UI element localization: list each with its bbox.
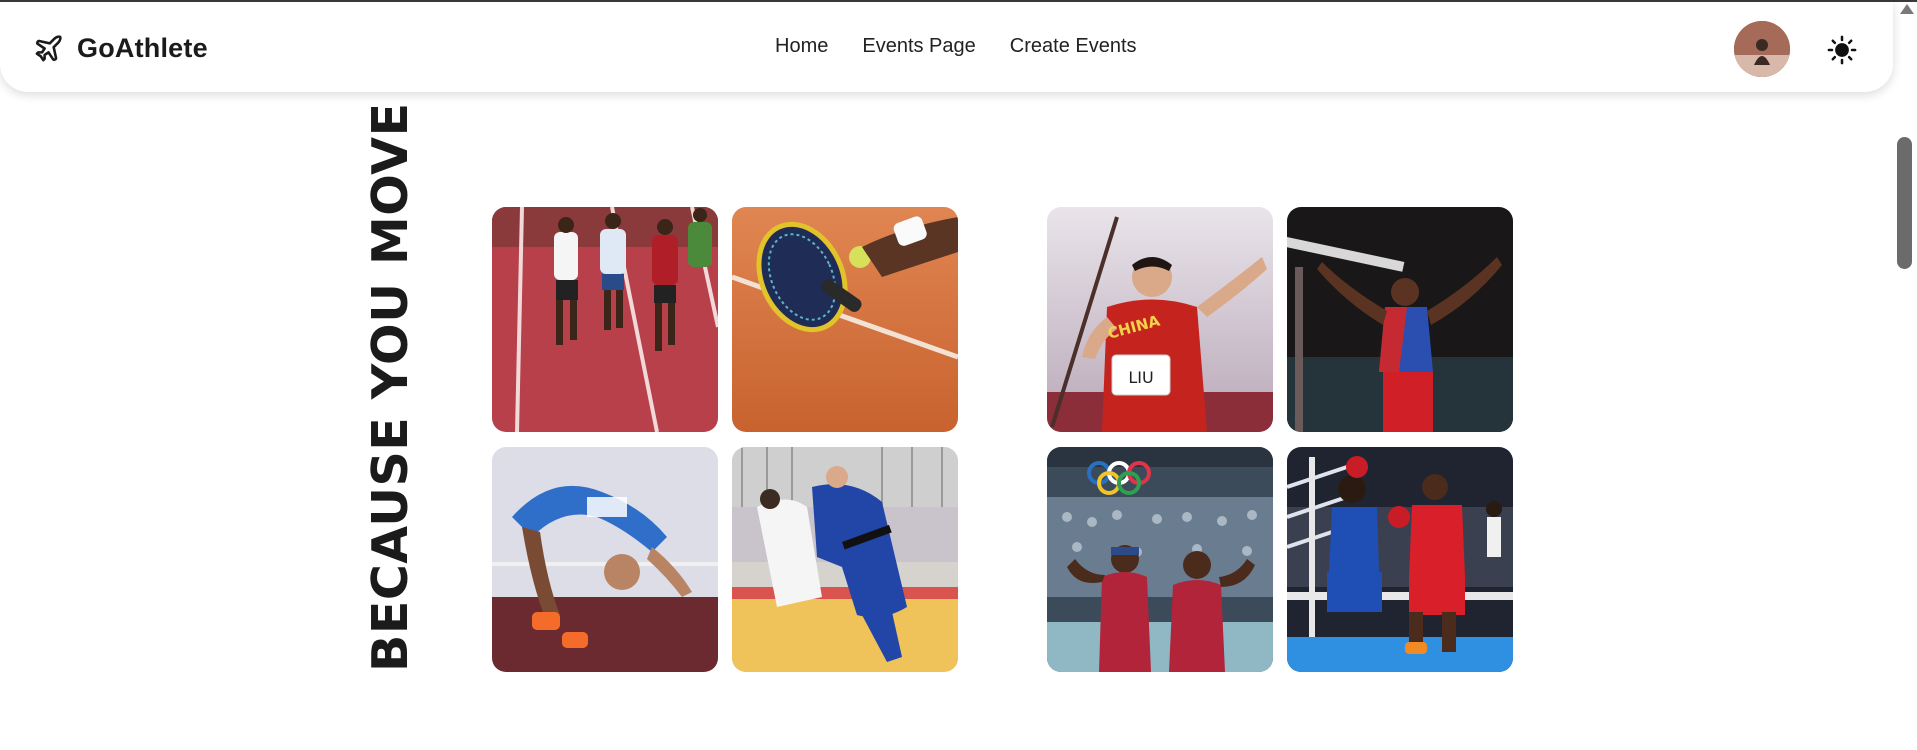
photo-javelin-thrower: LIU CHINA [1047,207,1273,432]
photo-beach-volleyball-players [1047,447,1273,672]
photo-high-jumper [492,447,718,672]
hero-tagline: BECAUSE YOU MOVE [362,102,419,672]
photo-track-runners [492,207,718,432]
scrollbar-thumb[interactable] [1897,137,1912,269]
airplane-icon [35,35,62,62]
photo-judo [732,447,958,672]
brand-logo[interactable]: GoAthlete [33,33,208,64]
nav-events-page-link[interactable]: Events Page [862,35,975,58]
nav-home-link[interactable]: Home [775,35,828,58]
athlete-bib: LIU [1128,368,1153,387]
top-navbar: GoAthlete Home Events Page Create Events [0,2,1893,92]
scroll-up-arrow-icon[interactable] [1899,3,1915,15]
avatar-photo [1734,21,1790,77]
nav-create-events-link[interactable]: Create Events [1010,35,1137,58]
user-avatar[interactable] [1734,21,1790,77]
brand-name: GoAthlete [77,33,208,63]
photo-boxing [1287,447,1513,672]
sun-icon[interactable] [1827,35,1857,65]
photo-gymnast [1287,207,1513,432]
main-nav: Home Events Page Create Events [775,35,1137,58]
photo-tennis-racket [732,207,958,432]
